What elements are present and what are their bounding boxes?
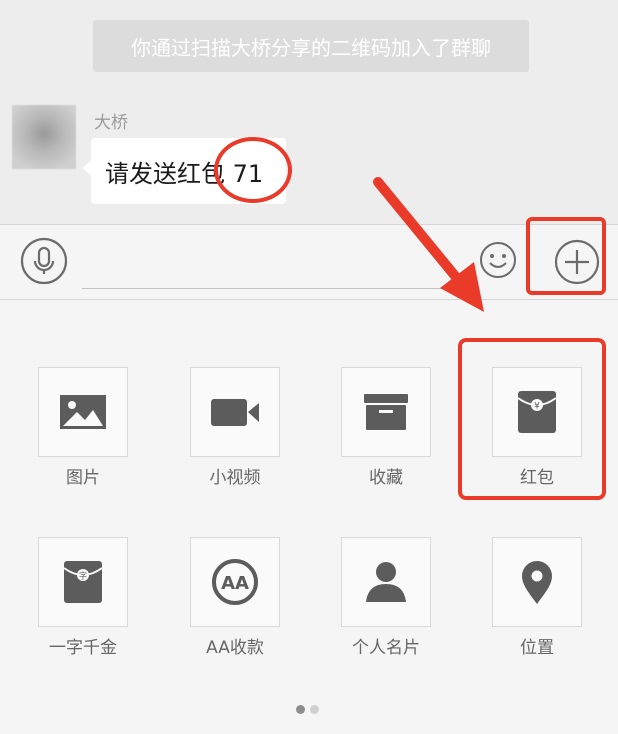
annotation-circle-number <box>214 137 292 203</box>
panel-item-character-red-packet[interactable]: 字 <box>38 537 128 627</box>
voice-button[interactable] <box>20 237 68 285</box>
video-camera-icon <box>211 399 259 426</box>
panel-item-aa-collection[interactable]: AA <box>190 537 280 627</box>
annotation-box-red-packet <box>458 338 606 500</box>
svg-text:AA: AA <box>221 573 249 594</box>
sender-name: 大桥 <box>94 113 128 133</box>
panel-item-video[interactable] <box>190 367 280 457</box>
panel-label-video: 小视频 <box>209 468 261 488</box>
system-notice: 你通过扫描大桥分享的二维码加入了群聊 <box>93 20 529 72</box>
panel-label-image: 图片 <box>66 468 100 488</box>
panel-item-image[interactable] <box>38 367 128 457</box>
avatar[interactable] <box>12 105 76 169</box>
panel-label-contact-card: 个人名片 <box>352 638 420 658</box>
panel-label-aa-collection: AA收款 <box>206 638 264 658</box>
contact-card-icon <box>366 562 406 602</box>
annotation-arrow <box>373 177 484 312</box>
location-pin-icon <box>522 561 552 604</box>
panel-item-contact-card[interactable] <box>341 537 431 627</box>
panel-label-favorites: 收藏 <box>369 468 403 488</box>
panel-item-location[interactable] <box>492 537 582 627</box>
panel-label-character-red-packet: 一字千金 <box>49 638 117 658</box>
panel-item-favorites[interactable] <box>341 367 431 457</box>
page-dot[interactable] <box>310 705 319 714</box>
panel-label-location: 位置 <box>520 638 554 658</box>
aa-collection-icon: AA <box>212 559 258 605</box>
page-dot-active[interactable] <box>296 705 305 714</box>
microphone-icon <box>20 237 68 285</box>
favorites-box-icon <box>364 394 408 430</box>
page-indicator <box>296 705 326 715</box>
character-red-packet-icon: 字 <box>63 561 103 603</box>
image-icon <box>60 395 106 429</box>
annotation-box-plus <box>526 217 606 295</box>
chat-area: 你通过扫描大桥分享的二维码加入了群聊 大桥 请发送红包 71 <box>0 0 618 224</box>
svg-text:字: 字 <box>79 571 87 581</box>
